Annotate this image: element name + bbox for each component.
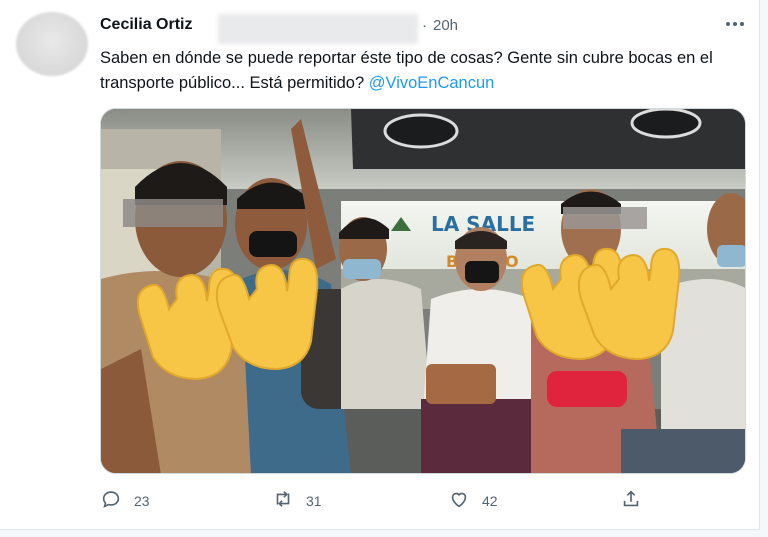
tweet-text: Saben en dónde se puede reportar éste ti…	[100, 46, 720, 96]
more-horizontal-icon[interactable]	[722, 14, 748, 34]
like-count: 42	[482, 493, 498, 509]
redacted-handle	[218, 14, 418, 44]
share-button[interactable]	[620, 486, 642, 516]
like-button[interactable]: 42	[448, 486, 498, 516]
retweet-icon	[272, 488, 294, 515]
heart-icon	[448, 488, 470, 515]
avatar[interactable]	[16, 12, 88, 76]
tweet-header: Cecilia Ortiz · 20h	[100, 14, 740, 44]
bus-interior-photo: LA SALLE BL OSIO	[101, 109, 745, 473]
retweet-count: 31	[306, 493, 322, 509]
tweet-photo[interactable]: LA SALLE BL OSIO	[100, 108, 746, 474]
reply-icon	[100, 488, 122, 515]
tweet-timestamp[interactable]: 20h	[433, 17, 458, 34]
mention-link[interactable]: @VivoEnCancun	[369, 74, 495, 92]
tweet-actions: 23 31 42	[100, 486, 740, 516]
header-separator: ·	[422, 17, 427, 34]
author-name[interactable]: Cecilia Ortiz	[100, 16, 192, 34]
retweet-button[interactable]: 31	[272, 486, 322, 516]
reply-count: 23	[134, 493, 150, 509]
reply-button[interactable]: 23	[100, 486, 150, 516]
tweet-card[interactable]: Cecilia Ortiz · 20h Saben en dónde se pu…	[0, 0, 760, 530]
share-icon	[620, 488, 642, 515]
